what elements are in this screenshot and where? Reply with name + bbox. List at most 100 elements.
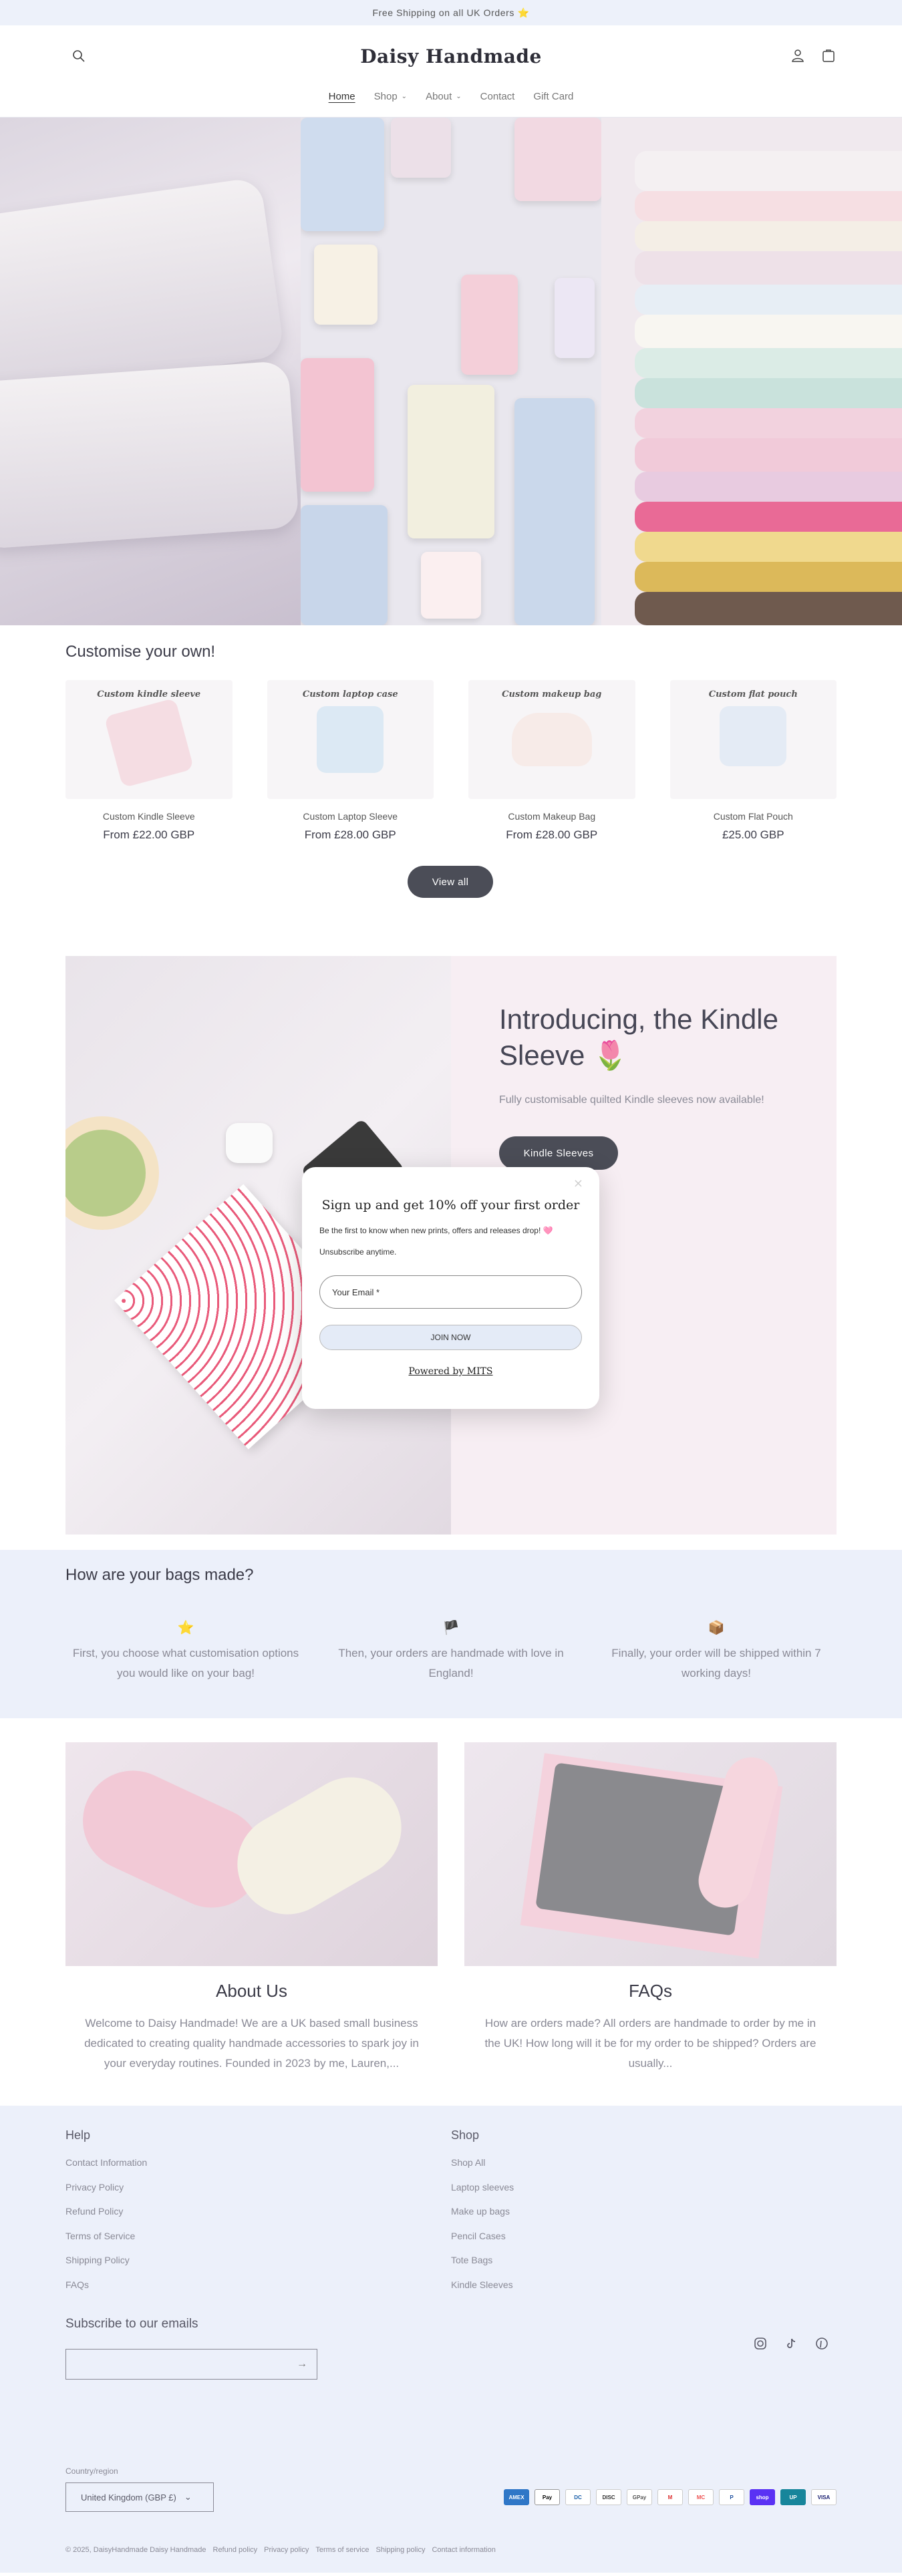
how-step: ⭐ First, you choose what customisation o… [65,1618,306,1683]
product-name[interactable]: Custom Makeup Bag [468,811,635,822]
customise-title: Customise your own! [65,643,216,661]
footer-link[interactable]: Privacy Policy [65,2182,451,2207]
product-name[interactable]: Custom Flat Pouch [670,811,837,822]
product-image-label: Custom flat pouch [708,689,798,699]
promo-section: About Us Welcome to Daisy Handmade! We a… [0,1718,902,2106]
nav-gift-card[interactable]: Gift Card [533,91,573,102]
chevron-down-icon: ⌄ [184,2492,192,2502]
product-price: From £28.00 GBP [304,828,396,841]
footer-link[interactable]: Shop All [451,2157,837,2182]
product-card[interactable]: Custom makeup bag Custom Makeup Bag From… [468,680,635,842]
hero-image-pillows [0,118,301,625]
signup-popup: × Sign up and get 10% off your first ord… [302,1167,599,1409]
faqs-image[interactable] [464,1742,837,1966]
newsletter-email-input[interactable]: → [65,2349,317,2380]
footer-link[interactable]: Shipping Policy [65,2255,451,2279]
chevron-down-icon: ⌄ [401,93,408,100]
about-us-card[interactable]: About Us Welcome to Daisy Handmade! We a… [65,1742,438,2106]
step-text: Finally, your order will be shipped with… [611,1647,821,1679]
site-header: Daisy Handmade Home Shop ⌄ About ⌄ Contact… [0,25,902,118]
announcement-text: Free Shipping on all UK Orders [372,7,514,18]
product-image[interactable]: Custom laptop case [267,680,434,799]
hero-image-fabrics [601,118,902,625]
close-icon[interactable]: × [573,1176,583,1190]
about-us-text: Welcome to Daisy Handmade! We are a UK b… [84,2017,419,2070]
tiktok-icon[interactable] [784,2337,798,2350]
shop-pay-icon: shop [750,2489,775,2505]
product-price: £25.00 GBP [722,828,784,841]
shop-heading: Shop [451,2128,480,2142]
step-text: Then, your orders are handmade with love… [338,1647,564,1679]
nav-about-label: About [426,91,452,102]
discover-icon: DISC [596,2489,621,2505]
how-step: 📦 Finally, your order will be shipped wi… [596,1618,837,1683]
policy-link[interactable]: Shipping policy [375,2546,425,2554]
step-text: First, you choose what customisation opt… [72,1647,299,1679]
footer-link[interactable]: Refund Policy [65,2206,451,2231]
footer-link[interactable]: Kindle Sleeves [451,2279,837,2304]
shop-column: Shop Shop All Laptop sleeves Make up bag… [451,2128,837,2303]
product-card[interactable]: Custom laptop case Custom Laptop Sleeve … [267,680,434,842]
about-us-image[interactable] [65,1742,438,1966]
main-nav: Home Shop ⌄ About ⌄ Contact Gift Card [0,91,902,102]
policy-link[interactable]: Refund policy [213,2546,258,2554]
social-links [754,2337,829,2350]
about-us-title[interactable]: About Us [65,1981,438,2001]
view-all-button[interactable]: View all [408,866,493,898]
account-icon[interactable] [790,47,806,63]
product-image-label: Custom makeup bag [502,689,602,699]
visa-icon: VISA [811,2489,837,2505]
payment-icons: AMEX Pay DC DISC GPay M MC P shop UP VIS… [504,2489,837,2505]
nav-home[interactable]: Home [329,91,355,102]
feature-subtitle: Fully customisable quilted Kindle sleeve… [499,1094,764,1106]
how-section: How are your bags made? ⭐ First, you cho… [0,1550,902,1718]
footer-link[interactable]: Pencil Cases [451,2231,837,2255]
google-pay-icon: GPay [627,2489,652,2505]
help-column: Help Contact Information Privacy Policy … [65,2128,451,2303]
cart-icon[interactable] [820,47,837,63]
product-image[interactable]: Custom makeup bag [468,680,635,799]
pinterest-icon[interactable] [815,2337,829,2350]
site-logo[interactable]: Daisy Handmade [0,45,902,67]
popup-line1: Be the first to know when new prints, of… [319,1226,553,1235]
product-card[interactable]: Custom kindle sleeve Custom Kindle Sleev… [65,680,233,842]
product-image[interactable]: Custom flat pouch [669,680,837,799]
product-name[interactable]: Custom Kindle Sleeve [65,811,233,822]
product-name[interactable]: Custom Laptop Sleeve [267,811,434,822]
star-icon: ⭐ [177,1621,194,1635]
product-card[interactable]: Custom flat pouch Custom Flat Pouch £25.… [669,680,837,842]
chevron-down-icon: ⌄ [456,93,462,100]
product-image[interactable]: Custom kindle sleeve [65,680,233,799]
nav-contact[interactable]: Contact [480,91,515,102]
email-field[interactable]: Your Email * [319,1275,582,1309]
feature-title: Introducing, the Kindle Sleeve 🌷 [499,1003,778,1071]
nav-about[interactable]: About ⌄ [426,91,462,102]
package-icon: 📦 [708,1621,725,1635]
footer-link[interactable]: Tote Bags [451,2255,837,2279]
policy-link[interactable]: Terms of service [315,2546,369,2554]
join-now-button[interactable]: JOIN NOW [319,1325,582,1350]
footer-link[interactable]: Laptop sleeves [451,2182,837,2207]
subscribe-heading: Subscribe to our emails [65,2317,198,2331]
policy-link[interactable]: Contact information [432,2546,495,2554]
footer-link[interactable]: FAQs [65,2279,451,2304]
policy-link[interactable]: Privacy policy [264,2546,309,2554]
arrow-right-icon[interactable]: → [297,2358,307,2370]
copyright: © 2025, DaisyHandmade Daisy Handmade [65,2546,206,2554]
faqs-title[interactable]: FAQs [464,1981,837,2001]
faqs-text: How are orders made? All orders are hand… [484,2017,816,2070]
footer-link[interactable]: Contact Information [65,2157,451,2182]
customise-section: Customise your own! Custom kindle sleeve… [0,625,902,949]
kindle-sleeves-button[interactable]: Kindle Sleeves [499,1136,618,1170]
nav-shop[interactable]: Shop ⌄ [374,91,407,102]
popup-line2: Unsubscribe anytime. [319,1247,397,1257]
footer-link[interactable]: Make up bags [451,2206,837,2231]
amex-icon: AMEX [504,2489,529,2505]
country-value: United Kingdom (GBP £) [81,2492,176,2503]
how-title: How are your bags made? [65,1566,254,1584]
instagram-icon[interactable] [754,2337,767,2350]
country-select[interactable]: United Kingdom (GBP £) ⌄ [65,2482,214,2512]
footer-link[interactable]: Terms of Service [65,2231,451,2255]
powered-by-link[interactable]: Powered by MITS [319,1366,582,1377]
faqs-card[interactable]: FAQs How are orders made? All orders are… [464,1742,837,2106]
